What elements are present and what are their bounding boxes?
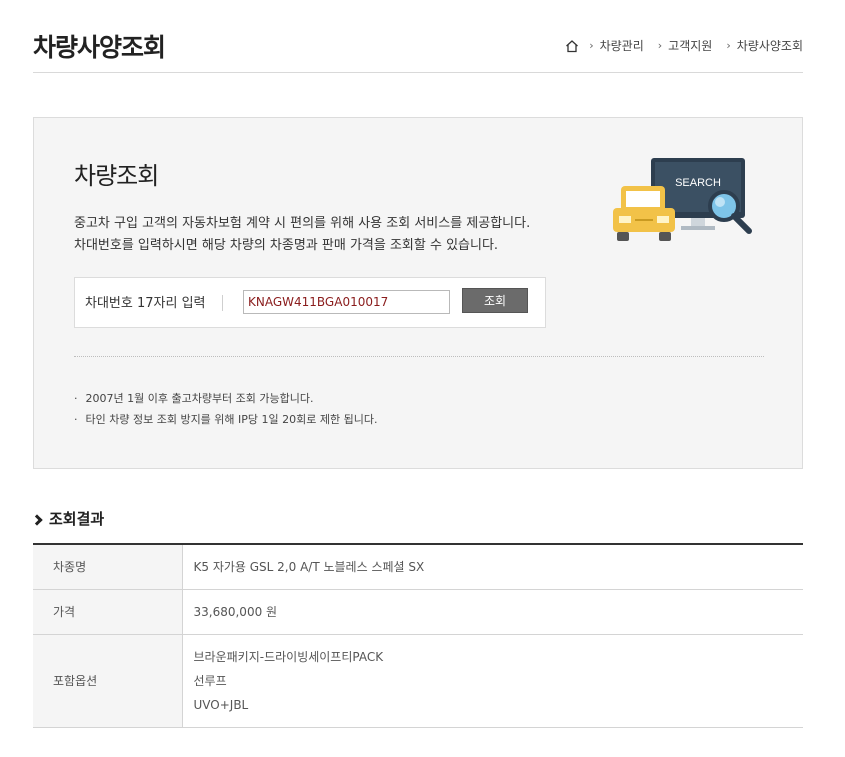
table-row: 포함옵션 브라운패키지-드라이빙세이프티PACK 선루프 UVO+JBL — [33, 634, 803, 728]
result-title-text: 조회결과 — [49, 510, 105, 528]
breadcrumb: › 차량관리 › 고객지원 › 차량사양조회 — [565, 37, 803, 54]
vin-label: 차대번호 17자리 입력 — [85, 296, 206, 311]
breadcrumb-separator: › — [726, 39, 731, 52]
page-header: 차량사양조회 › 차량관리 › 고객지원 › 차량사양조회 — [33, 0, 803, 73]
breadcrumb-vehicle-mgmt[interactable]: 차량관리 — [600, 37, 644, 54]
car-search-illustration: SEARCH — [613, 158, 752, 241]
row-value: 브라운패키지-드라이빙세이프티PACK 선루프 UVO+JBL — [182, 634, 803, 728]
vin-form: 차대번호 17자리 입력 조회 — [74, 277, 546, 328]
row-label: 가격 — [33, 589, 183, 635]
chevron-right-icon — [31, 514, 43, 526]
row-value: 33,680,000 원 — [182, 589, 803, 635]
page-title: 차량사양조회 — [33, 33, 166, 62]
description-line: 차대번호를 입력하시면 해당 차량의 차종명과 판매 가격을 조회할 수 있습니… — [74, 238, 499, 253]
dotted-divider — [74, 356, 764, 357]
row-label: 차종명 — [33, 544, 183, 590]
breadcrumb-separator: › — [657, 39, 663, 52]
lookup-title: 차량조회 — [74, 162, 159, 190]
lookup-button[interactable]: 조회 — [462, 288, 528, 313]
breadcrumb-separator: › — [589, 39, 594, 52]
home-icon[interactable] — [565, 39, 579, 53]
option-item: 브라운패키지-드라이빙세이프티PACK — [193, 649, 384, 664]
notes-list: 2007년 1월 이후 출고차량부터 조회 가능합니다. 타인 차량 정보 조회… — [74, 388, 378, 430]
note-item: 2007년 1월 이후 출고차량부터 조회 가능합니다. — [74, 388, 377, 409]
vehicle-lookup-panel: 차량조회 중고차 구입 고객의 자동차보험 계약 시 편의를 위해 사용 조회 … — [33, 117, 803, 469]
vin-input[interactable] — [243, 290, 450, 314]
table-row: 가격 33,680,000 원 — [33, 589, 803, 635]
result-table: 차종명 K5 자가용 GSL 2,0 A/T 노블레스 스페셜 SX 가격 33… — [33, 543, 803, 728]
breadcrumb-customer-support[interactable]: 고객지원 — [668, 37, 712, 54]
row-value: K5 자가용 GSL 2,0 A/T 노블레스 스페셜 SX — [182, 544, 803, 590]
option-item: 선루프 — [193, 673, 227, 688]
illustration-search-label: SEARCH — [675, 177, 721, 189]
breadcrumb-current[interactable]: 차량사양조회 — [737, 37, 803, 54]
result-section-title: 조회결과 — [31, 508, 105, 529]
option-item: UVO+JBL — [193, 697, 249, 712]
table-row: 차종명 K5 자가용 GSL 2,0 A/T 노블레스 스페셜 SX — [33, 544, 803, 590]
note-item: 타인 차량 정보 조회 방지를 위해 IP당 1일 20회로 제한 됩니다. — [74, 409, 378, 430]
form-divider — [222, 295, 223, 311]
description-line: 중고차 구입 고객의 자동차보험 계약 시 편의를 위해 사용 조회 서비스를 … — [74, 216, 531, 231]
row-label: 포함옵션 — [33, 634, 183, 728]
lookup-description: 중고차 구입 고객의 자동차보험 계약 시 편의를 위해 사용 조회 서비스를 … — [74, 213, 530, 257]
